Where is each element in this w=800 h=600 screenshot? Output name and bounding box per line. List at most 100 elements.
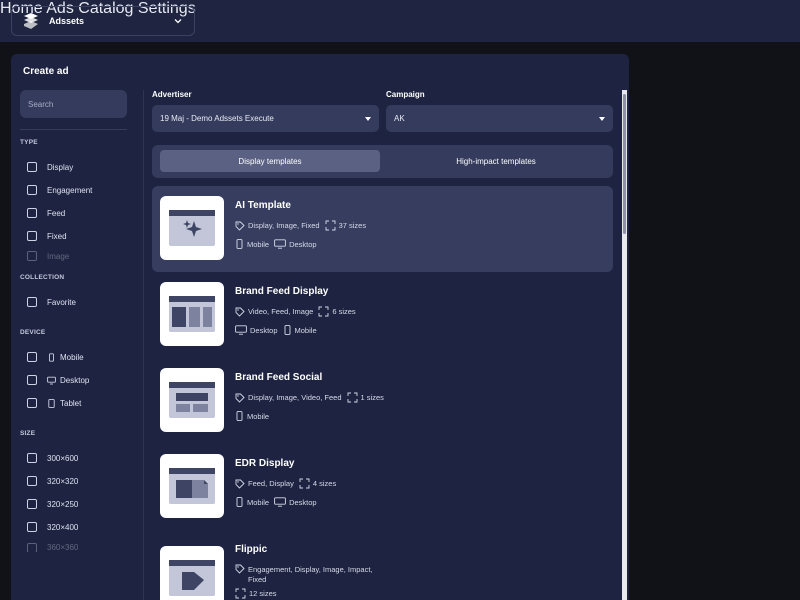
filter-size-320x320[interactable]: 320×320 [27, 474, 78, 488]
checkbox[interactable] [27, 499, 37, 509]
edr-display-icon [169, 468, 215, 504]
filter-type-fixed[interactable]: Fixed [27, 229, 67, 243]
checkbox[interactable] [27, 398, 37, 408]
campaign-select[interactable]: AK [386, 105, 613, 132]
tag-icon [235, 564, 245, 574]
template-sizes-row: 12 sizes [235, 588, 277, 599]
checkbox[interactable] [27, 297, 37, 307]
template-title: Brand Feed Display [235, 286, 329, 297]
resize-icon [299, 478, 310, 489]
device-label: Desktop [250, 325, 278, 335]
filter-title-collection: COLLECTION [20, 274, 65, 281]
template-card-ai-template[interactable]: AI Template Display, Image, Fixed 37 siz… [152, 186, 613, 272]
template-title: AI Template [235, 200, 291, 211]
device-label: Desktop [289, 239, 317, 249]
device-label: Mobile [294, 325, 317, 335]
tab-high-impact-templates[interactable]: High-impact templates [384, 150, 608, 172]
filter-label: Image [47, 251, 70, 261]
template-card-flippic[interactable]: Flippic Engagement, Display, Image, Impa… [152, 530, 613, 600]
checkbox[interactable] [27, 162, 37, 172]
tag-icon [235, 393, 245, 403]
mobile-icon [236, 497, 243, 507]
tag-icon [235, 221, 245, 231]
tag-icon [235, 479, 245, 489]
template-devices: Mobile [235, 411, 269, 421]
filter-device-mobile[interactable]: Mobile [27, 350, 84, 364]
checkbox[interactable] [27, 231, 37, 241]
template-thumbnail [160, 282, 224, 346]
template-title: EDR Display [235, 458, 295, 469]
template-card-brand-feed-social[interactable]: Brand Feed Social Display, Image, Video,… [152, 358, 613, 444]
template-card-edr-display[interactable]: EDR Display Feed, Display 4 sizes Mobile… [152, 444, 613, 530]
filter-device-desktop[interactable]: Desktop [27, 373, 89, 387]
adssets-logo-icon [22, 12, 40, 30]
campaign-value: AK [394, 114, 405, 123]
device-label: Mobile [247, 239, 270, 249]
template-devices: Desktop Mobile [235, 325, 317, 335]
filter-type-display[interactable]: Display [27, 160, 73, 174]
resize-icon [318, 306, 329, 317]
chevron-down-icon [174, 19, 182, 24]
filter-label: Display [47, 162, 74, 172]
mobile-icon [49, 352, 54, 362]
device-label: Desktop [289, 497, 317, 507]
checkbox[interactable] [27, 522, 37, 532]
template-tags-text: Feed, Display [248, 479, 294, 488]
checkbox[interactable] [27, 375, 37, 385]
filter-size-300x600[interactable]: 300×600 [27, 451, 78, 465]
filter-label: Desktop [60, 375, 90, 385]
template-devices: Mobile Desktop [235, 239, 317, 249]
filter-collection-favorite[interactable]: Favorite [27, 295, 76, 309]
template-thumbnail [160, 454, 224, 518]
panel-title: Create ad [23, 66, 69, 77]
filter-label: Engagement [47, 185, 93, 195]
workspace-name: Adssets [49, 16, 85, 26]
template-sizes: 12 sizes [249, 589, 277, 598]
template-devices: Mobile Desktop [235, 497, 317, 507]
template-tags-text: Display, Image, Video, Feed [248, 393, 342, 402]
filter-label: 320×400 [47, 522, 79, 532]
template-tags-text: Fixed [248, 575, 267, 584]
checkbox[interactable] [27, 185, 37, 195]
checkbox[interactable] [27, 352, 37, 362]
template-sizes: 37 sizes [338, 221, 367, 230]
template-thumbnail [160, 368, 224, 432]
resize-icon [235, 588, 246, 599]
workspace-selector[interactable]: Adssets [11, 6, 195, 36]
filter-device-tablet[interactable]: Tablet [27, 396, 81, 410]
checkbox[interactable] [27, 208, 37, 218]
caret-down-icon [599, 116, 605, 121]
desktop-icon [235, 325, 247, 335]
filter-label: Favorite [47, 297, 76, 307]
create-ad-panel: Create ad TYPE Display Engagement Feed F… [11, 54, 629, 600]
template-tags-continued: Fixed [248, 575, 266, 584]
flippic-icon [169, 560, 215, 596]
tag-icon [235, 307, 245, 317]
checkbox[interactable] [27, 251, 37, 261]
advertiser-select[interactable]: 19 Maj - Demo Adssets Execute [152, 105, 379, 132]
filter-size-320x250[interactable]: 320×250 [27, 497, 78, 511]
template-tabs: Display templates High-impact templates [152, 145, 613, 178]
scrollbar-thumb[interactable] [623, 94, 626, 234]
mobile-icon [236, 411, 243, 421]
device-label: Mobile [247, 497, 270, 507]
tab-display-templates[interactable]: Display templates [160, 150, 380, 172]
filter-size-320x400[interactable]: 320×400 [27, 520, 78, 534]
resize-icon [347, 392, 357, 403]
search-input[interactable] [20, 90, 127, 118]
filter-type-engagement[interactable]: Engagement [27, 183, 92, 197]
checkbox[interactable] [27, 453, 37, 463]
filter-type-image[interactable]: Image [27, 251, 69, 261]
template-tags: Video, Feed, Image 6 sizes [235, 306, 356, 317]
template-tags-text: Display, Image, Fixed [248, 221, 320, 230]
filter-title-type: TYPE [20, 139, 38, 146]
template-card-brand-feed-display[interactable]: Brand Feed Display Video, Feed, Image 6 … [152, 272, 613, 358]
filter-label: Mobile [60, 352, 84, 362]
template-tags: Display, Image, Fixed 37 sizes [235, 220, 366, 231]
filter-type-feed[interactable]: Feed [27, 206, 65, 220]
template-tags: Engagement, Display, Image, Impact, [235, 564, 373, 574]
checkbox[interactable] [27, 543, 37, 552]
top-bar: Adssets Home Ads Catalog Settings [0, 0, 800, 42]
checkbox[interactable] [27, 476, 37, 486]
filter-size-360x360[interactable]: 360×360 [27, 543, 78, 552]
